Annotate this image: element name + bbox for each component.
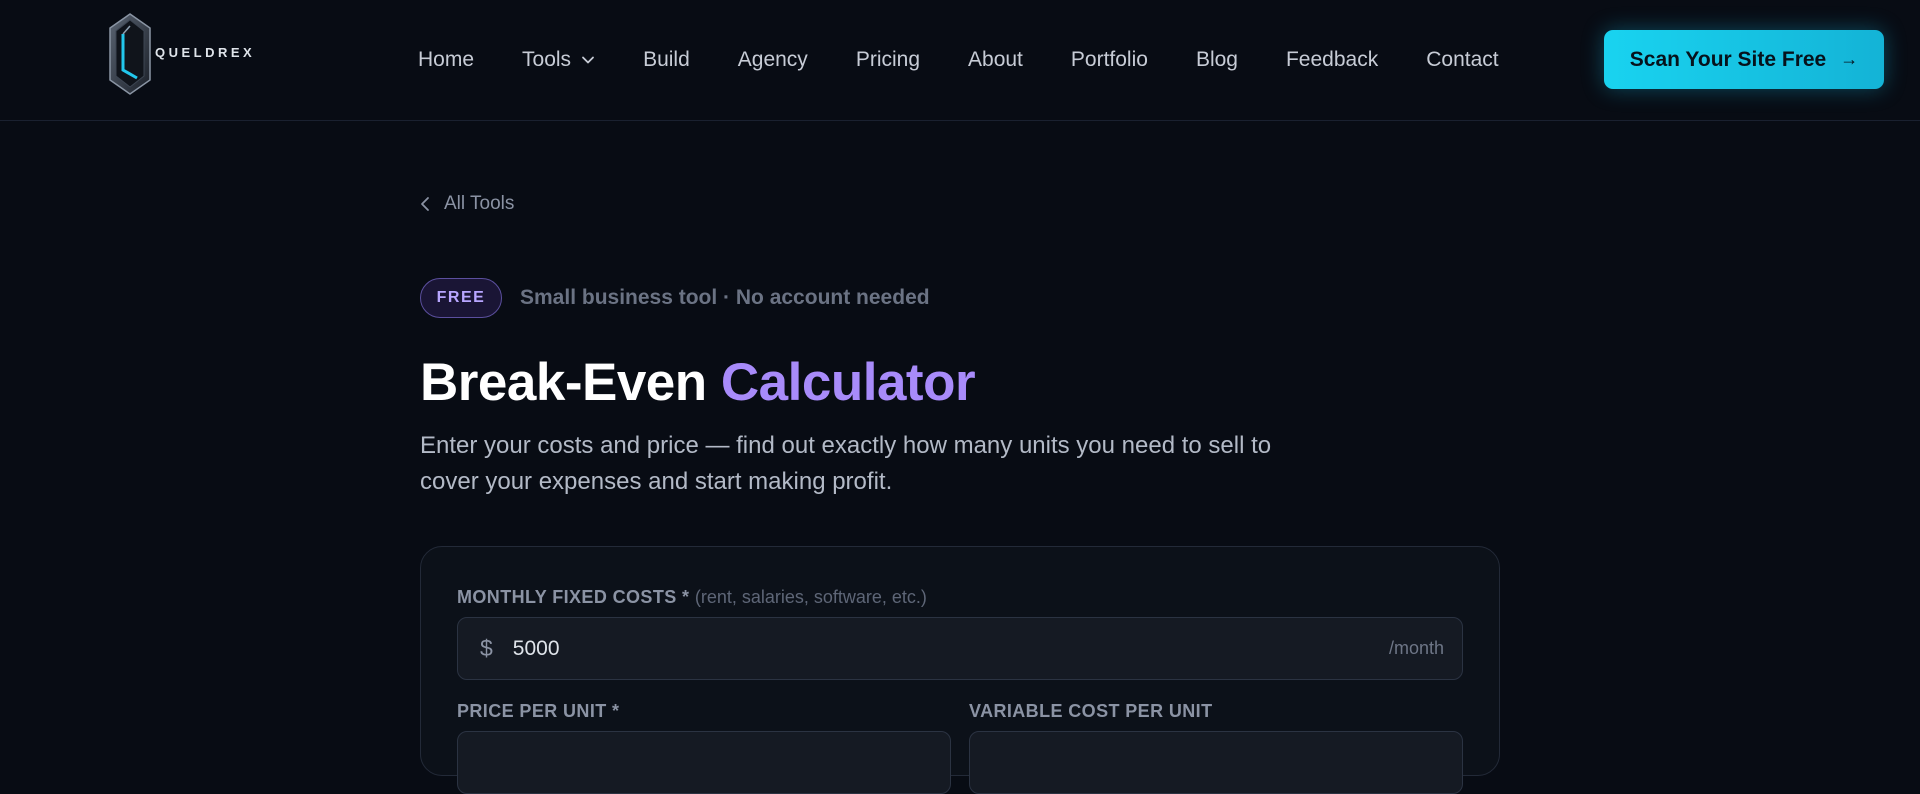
scan-site-label: Scan Your Site Free	[1629, 47, 1827, 71]
logo-crystal-icon	[109, 13, 151, 95]
variable-cost-label: VARIABLE COST PER UNIT	[969, 701, 1213, 721]
nav-agency-label: Agency	[737, 48, 808, 71]
back-to-tools-link[interactable]: All Tools	[420, 193, 514, 215]
nav-home-label: Home	[418, 48, 475, 71]
nav-pricing-label: Pricing	[855, 48, 921, 71]
fixed-costs-label: MONTHLY FIXED COSTS * (rent, salaries, s…	[457, 587, 927, 608]
variable-cost-input[interactable]	[969, 731, 1463, 794]
back-link-label: All Tools	[444, 193, 515, 214]
nav-contact[interactable]: Contact	[1426, 48, 1498, 72]
badge-note: Small business tool · No account needed	[520, 286, 930, 309]
chevron-down-icon	[582, 56, 594, 64]
fixed-costs-input[interactable]: $ 5000 /month	[457, 617, 1463, 680]
nav-agency[interactable]: Agency	[738, 48, 808, 72]
price-per-unit-input[interactable]	[457, 731, 951, 794]
nav-tools-label: Tools	[522, 48, 572, 71]
arrow-right-icon: →	[1840, 49, 1859, 69]
scan-site-button[interactable]: Scan Your Site Free →	[1604, 30, 1884, 89]
free-badge: FREE	[420, 278, 502, 318]
nav-blog[interactable]: Blog	[1196, 48, 1238, 72]
fixed-costs-hint: (rent, salaries, software, etc.)	[694, 587, 927, 607]
title-main: Break-Even	[420, 353, 707, 412]
site-header: QUELDREX Home Tools Build Agency Pricing…	[0, 0, 1920, 121]
page-title: Break-Even Calculator	[420, 352, 976, 413]
nav-build[interactable]: Build	[643, 48, 690, 72]
nav-home[interactable]: Home	[418, 48, 474, 72]
nav-portfolio[interactable]: Portfolio	[1071, 48, 1148, 72]
nav-portfolio-label: Portfolio	[1070, 48, 1148, 71]
page-description: Enter your costs and price — find out ex…	[420, 432, 1272, 495]
nav-about[interactable]: About	[968, 48, 1023, 72]
nav-build-label: Build	[643, 48, 690, 71]
price-per-unit-label: PRICE PER UNIT *	[457, 701, 620, 721]
nav-about-label: About	[968, 48, 1023, 71]
title-accent: Calculator	[720, 353, 976, 412]
fixed-costs-label-text: MONTHLY FIXED COSTS *	[457, 587, 690, 607]
fixed-costs-value: 5000	[512, 636, 560, 660]
badge-row: FREE Small business tool · No account ne…	[420, 278, 930, 318]
nav-pricing[interactable]: Pricing	[856, 48, 920, 72]
nav-feedback-label: Feedback	[1285, 48, 1379, 71]
per-month-suffix: /month	[1388, 638, 1444, 658]
main-nav: Home Tools Build Agency Pricing About Po…	[418, 46, 1499, 74]
nav-blog-label: Blog	[1195, 48, 1238, 71]
calculator-card: MONTHLY FIXED COSTS * (rent, salaries, s…	[420, 546, 1500, 794]
brand-logo[interactable]: QUELDREX	[107, 12, 255, 96]
dollar-prefix: $	[480, 635, 493, 661]
brand-name: QUELDREX	[155, 44, 256, 60]
nav-tools[interactable]: Tools	[522, 48, 595, 72]
nav-feedback[interactable]: Feedback	[1286, 48, 1378, 72]
nav-contact-label: Contact	[1426, 48, 1499, 71]
chevron-left-icon	[421, 197, 429, 211]
